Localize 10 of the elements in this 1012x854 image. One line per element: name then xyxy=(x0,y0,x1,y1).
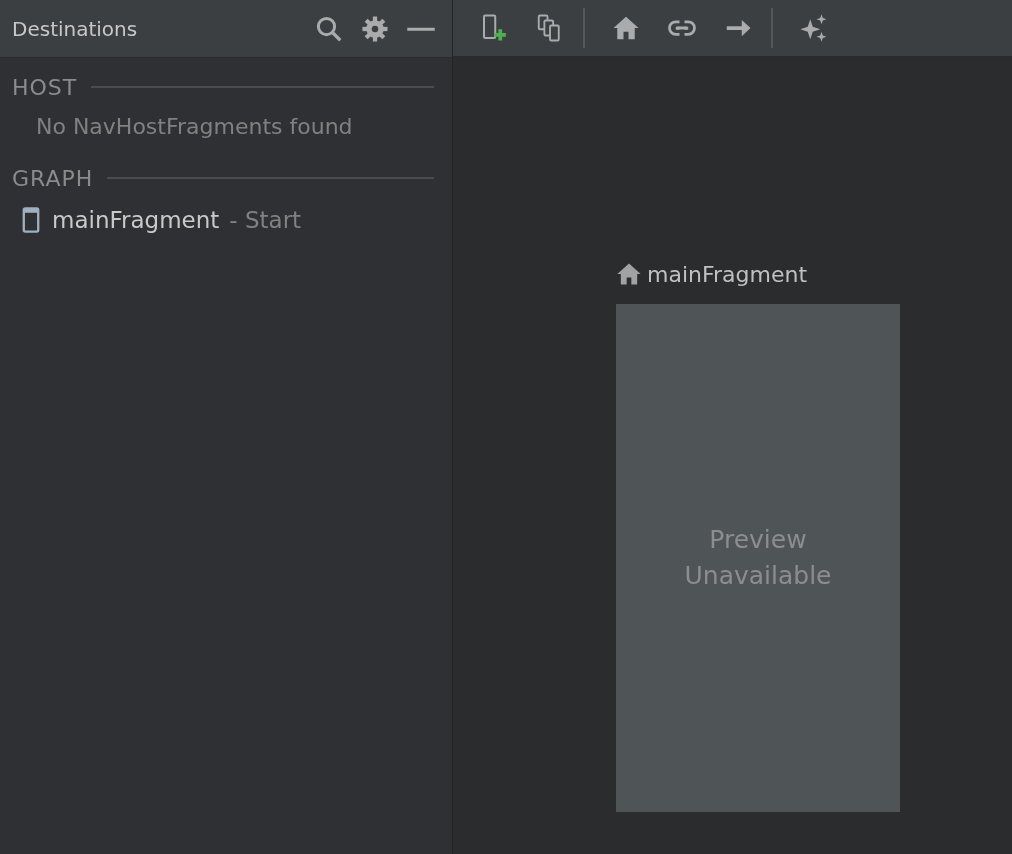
phone-icon xyxy=(22,207,40,233)
sparkle-icon xyxy=(799,13,829,43)
panel-title: Destinations xyxy=(12,16,139,41)
destination-suffix: - Start xyxy=(229,207,302,233)
empty-message: No NavHostFragments found xyxy=(35,113,354,141)
preview-message: Preview Unavailable xyxy=(683,524,833,592)
node-title: mainFragment xyxy=(647,261,808,287)
section-label: GRAPH xyxy=(12,165,94,191)
destination-name[interactable]: mainFragment xyxy=(52,207,220,233)
section-label: HOST xyxy=(12,74,78,100)
